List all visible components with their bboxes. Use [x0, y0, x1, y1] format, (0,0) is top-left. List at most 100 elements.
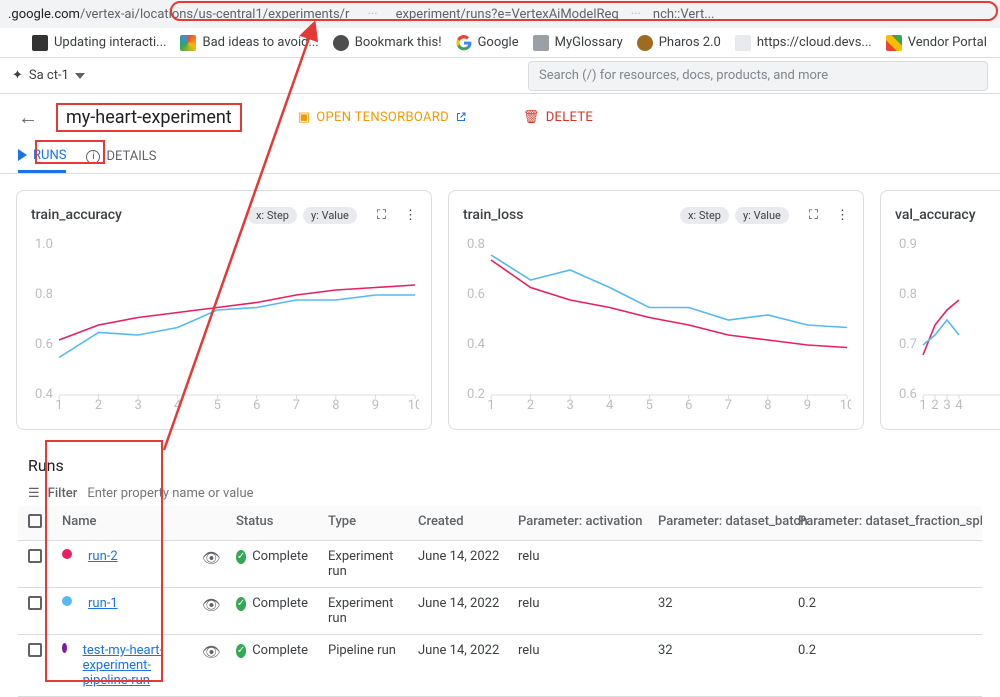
checkbox-all[interactable] [28, 514, 42, 528]
run-link[interactable]: run-1 [88, 596, 118, 611]
run-link[interactable]: run-2 [88, 549, 118, 564]
col-activation[interactable]: Parameter: activation [508, 506, 648, 541]
svg-text:0.6: 0.6 [899, 387, 917, 402]
favicon-icon [180, 35, 196, 51]
filter-icon[interactable]: ☰ [28, 486, 40, 501]
axis-chip-x[interactable]: x: Step [680, 207, 729, 224]
chart-val-accuracy: val_accuracy 0.60.70.80.91234 [880, 190, 1000, 430]
bookmark-item[interactable]: MyGlossary [533, 35, 623, 51]
row-checkbox[interactable] [28, 596, 42, 610]
experiment-name: my-heart-experiment [56, 103, 242, 132]
open-tensorboard-button[interactable]: ▣ OPEN TENSORBOARD [298, 110, 467, 125]
run-link[interactable]: test-my-heart-experiment-pipeline-run [83, 643, 182, 688]
filter-input[interactable] [85, 485, 972, 502]
svg-text:5: 5 [646, 398, 653, 413]
series-color-dot [62, 643, 67, 653]
bookmark-item[interactable]: Pharos 2.0 [637, 35, 721, 51]
favicon-icon [886, 35, 902, 51]
axis-chip-y[interactable]: y: Value [735, 207, 789, 224]
status-complete-icon: ✓ [236, 597, 246, 611]
svg-text:0.4: 0.4 [467, 337, 486, 352]
col-name[interactable]: Name [52, 506, 192, 541]
status-text: Complete [252, 549, 308, 564]
cell-created: June 14, 2022 [408, 635, 508, 697]
cell-activation: relu [508, 541, 648, 588]
svg-text:0.7: 0.7 [899, 337, 917, 352]
svg-text:0.9: 0.9 [899, 237, 917, 252]
axis-chip-x[interactable]: x: Step [248, 207, 297, 224]
more-vert-icon[interactable]: ⋮ [836, 208, 849, 223]
fullscreen-icon[interactable]: ⛶ [377, 208, 386, 223]
svg-text:0.6: 0.6 [35, 337, 53, 352]
col-status[interactable]: Status [226, 506, 318, 541]
svg-text:5: 5 [214, 398, 221, 413]
svg-text:8: 8 [332, 398, 339, 413]
col-batch[interactable]: Parameter: dataset_batch [648, 506, 788, 541]
svg-text:1: 1 [487, 398, 494, 413]
tab-details[interactable]: i DETAILS [86, 140, 156, 173]
bookmark-item[interactable]: Bookmark this! [333, 35, 442, 51]
row-checkbox[interactable] [28, 549, 42, 563]
svg-text:10: 10 [840, 398, 851, 413]
more-vert-icon[interactable]: ⋮ [404, 208, 417, 223]
favicon-icon [32, 35, 48, 51]
chart-title: train_loss [463, 207, 523, 223]
status-text: Complete [252, 596, 308, 611]
address-bar[interactable]: .google.com /vertex-ai/locations/us-cent… [0, 0, 1000, 28]
svg-text:1.0: 1.0 [35, 237, 53, 252]
svg-text:0.8: 0.8 [35, 287, 53, 302]
fullscreen-icon[interactable]: ⛶ [809, 208, 818, 223]
charts-row: train_accuracy x: Step y: Value ⛶ ⋮ 0.4 0… [0, 174, 1000, 446]
bookmark-item[interactable]: Vendor Portal [886, 35, 987, 51]
visibility-icon[interactable]: 👁 [202, 643, 221, 661]
cell-frac [788, 541, 982, 588]
svg-text:4: 4 [174, 398, 182, 413]
svg-text:3: 3 [566, 398, 573, 413]
cell-type: Experiment run [318, 588, 408, 635]
col-type[interactable]: Type [318, 506, 408, 541]
tensorboard-icon: ▣ [298, 110, 311, 125]
search-placeholder: Search (/) for resources, docs, products… [539, 68, 828, 83]
external-link-icon [455, 111, 467, 123]
svg-text:7: 7 [293, 398, 300, 413]
bookmark-item[interactable]: Bad ideas to avoid... [180, 35, 318, 51]
cell-frac: 0.2 [788, 635, 982, 697]
status-complete-icon: ✓ [236, 550, 246, 564]
cell-created: June 14, 2022 [408, 541, 508, 588]
project-picker[interactable]: ✦ Sa ct-1 [12, 68, 85, 83]
row-checkbox[interactable] [28, 643, 42, 657]
visibility-icon[interactable]: 👁 [202, 549, 221, 567]
axis-chip-y[interactable]: y: Value [303, 207, 357, 224]
svg-text:6: 6 [253, 398, 260, 413]
caret-down-icon [75, 73, 85, 79]
chart-title: val_accuracy [895, 207, 976, 223]
search-input[interactable]: Search (/) for resources, docs, products… [528, 61, 988, 91]
info-icon: i [86, 150, 100, 164]
svg-text:1: 1 [919, 398, 926, 413]
runs-title: Runs [18, 450, 982, 481]
svg-text:3: 3 [134, 398, 141, 413]
back-arrow-icon[interactable]: ← [18, 105, 38, 130]
cell-batch: 32 [648, 635, 788, 697]
svg-text:10: 10 [408, 398, 419, 413]
play-icon [18, 149, 27, 161]
col-frac[interactable]: Parameter: dataset_fraction_split [788, 506, 982, 541]
folder-icon [533, 35, 549, 51]
chart-title: train_accuracy [31, 207, 122, 223]
bookmark-item[interactable]: Updating interacti... [32, 35, 166, 51]
google-icon [456, 35, 472, 51]
visibility-icon[interactable]: 👁 [202, 596, 221, 614]
cell-type: Experiment run [318, 541, 408, 588]
filter-row: ☰ Filter [18, 481, 982, 506]
delete-button[interactable]: 🗑 DELETE [523, 110, 593, 125]
bookmark-item[interactable]: https://cloud.devs... [735, 35, 872, 51]
bookmark-item[interactable]: Google [456, 35, 519, 51]
col-created[interactable]: Created [408, 506, 508, 541]
chart-train-accuracy: train_accuracy x: Step y: Value ⛶ ⋮ 0.40… [16, 190, 432, 430]
table-row: test-my-heart-experiment-pipeline-run 👁 … [18, 635, 982, 697]
status-complete-icon: ✓ [236, 644, 246, 658]
cell-activation: relu [508, 635, 648, 697]
svg-text:9: 9 [804, 398, 811, 413]
tab-runs[interactable]: RUNS [18, 140, 66, 173]
svg-text:8: 8 [764, 398, 771, 413]
